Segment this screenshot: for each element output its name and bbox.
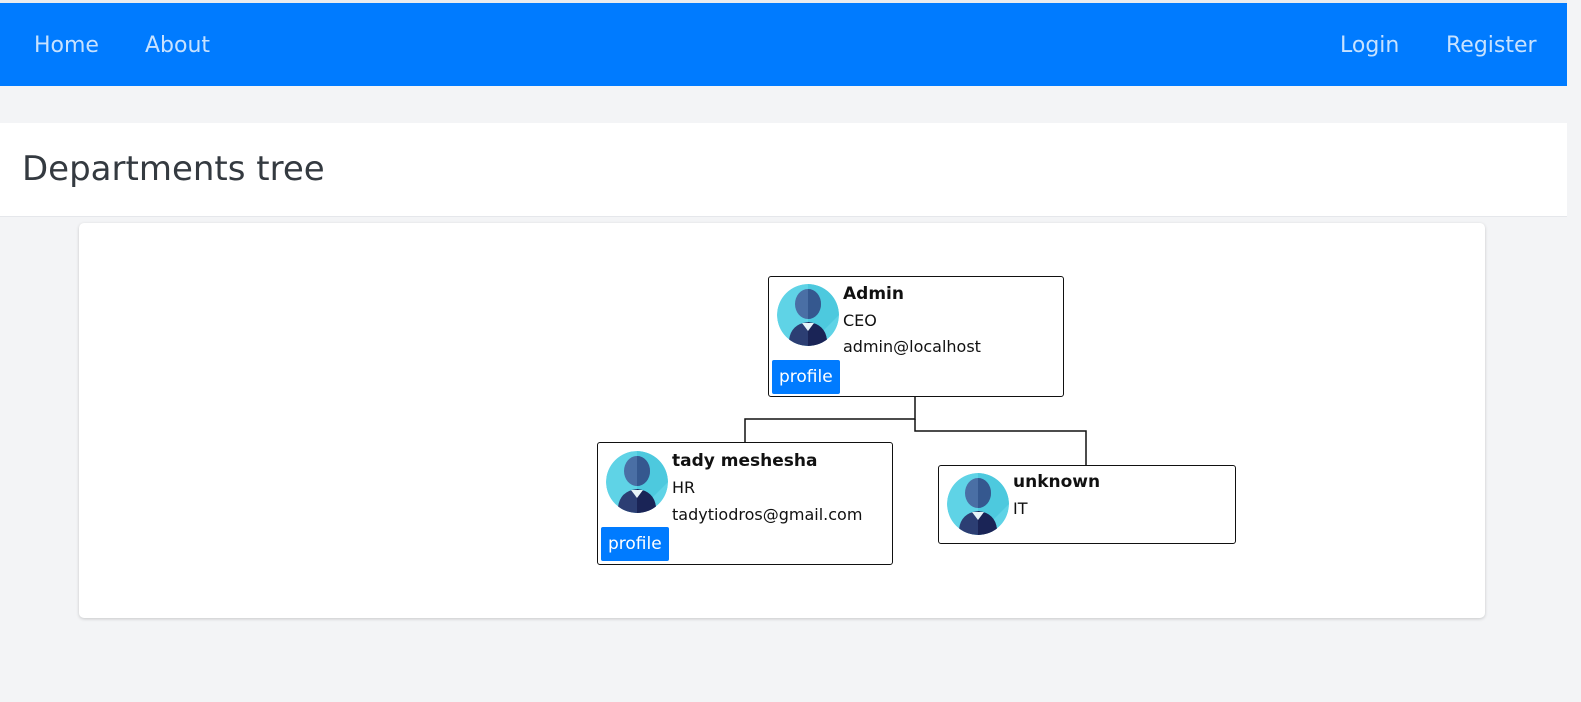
profile-button[interactable]: profile <box>772 360 840 394</box>
nav-register-link[interactable]: Register <box>1446 3 1537 86</box>
user-avatar-icon <box>777 284 839 346</box>
node-role: CEO <box>843 311 877 330</box>
node-email: tadytiodros@gmail.com <box>672 505 863 524</box>
node-name: unknown <box>1013 472 1101 492</box>
user-avatar-icon <box>947 473 1009 535</box>
tree-node-child: unknown IT <box>938 465 1236 544</box>
tree-node-root: Admin CEO admin@localhost profile <box>768 276 1064 397</box>
node-name: tady meshesha <box>672 451 818 471</box>
nav-login-link[interactable]: Login <box>1340 3 1399 86</box>
departments-tree-card: Admin CEO admin@localhost profile tady m… <box>79 223 1485 618</box>
vertical-scrollbar[interactable] <box>1567 0 1581 702</box>
profile-button[interactable]: profile <box>601 527 669 561</box>
nav-about-link[interactable]: About <box>145 3 210 86</box>
page-header: Departments tree <box>0 123 1567 217</box>
navbar: Home About Login Register <box>0 3 1567 86</box>
node-role: IT <box>1013 499 1028 518</box>
node-name: Admin <box>843 284 904 304</box>
user-avatar-icon <box>606 451 668 513</box>
node-role: HR <box>672 478 696 497</box>
node-email: admin@localhost <box>843 337 981 356</box>
tree-node-child: tady meshesha HR tadytiodros@gmail.com p… <box>597 442 893 565</box>
page-title: Departments tree <box>22 149 325 189</box>
nav-home-link[interactable]: Home <box>34 3 99 86</box>
